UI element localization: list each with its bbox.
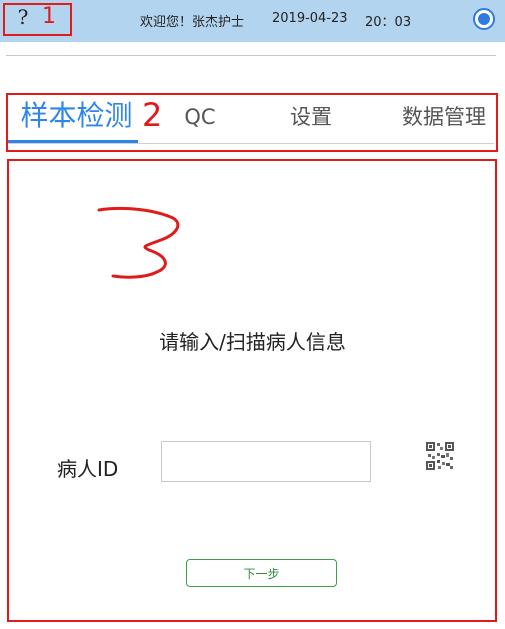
- tab-data-management[interactable]: 数据管理: [394, 100, 494, 134]
- tab-label: QC: [184, 105, 216, 129]
- annotation-label-2: 2: [142, 96, 163, 134]
- welcome-text: 欢迎您！张杰护士: [140, 15, 245, 30]
- tab-sample-test[interactable]: 样本检测: [14, 97, 139, 135]
- tab-label: 样本检测: [20, 99, 133, 132]
- status-bar: ? 欢迎您！张杰护士 2019-04-23 20：03: [0, 0, 505, 42]
- annotation-box-3: [7, 159, 497, 622]
- annotation-label-1: 1: [42, 4, 56, 29]
- tab-bar-divider: [8, 143, 494, 144]
- patient-id-label: 病人ID: [57, 457, 119, 481]
- tab-label: 设置: [290, 105, 332, 129]
- status-time: 20：03: [365, 15, 412, 30]
- status-date: 2019-04-23: [272, 11, 348, 26]
- next-step-button[interactable]: 下一步: [186, 559, 337, 587]
- tab-qc[interactable]: QC: [175, 100, 225, 134]
- annotation-box-1: [3, 3, 72, 36]
- tab-settings[interactable]: 设置: [280, 100, 342, 134]
- tab-label: 数据管理: [402, 105, 486, 129]
- header-divider: [6, 55, 496, 56]
- scan-prompt: 请输入/扫描病人信息: [159, 330, 346, 354]
- record-icon: [478, 13, 490, 25]
- annotation-label-3: [97, 206, 180, 279]
- patient-id-input[interactable]: [161, 441, 371, 482]
- record-button[interactable]: [473, 8, 495, 30]
- qr-code-icon[interactable]: [425, 441, 455, 471]
